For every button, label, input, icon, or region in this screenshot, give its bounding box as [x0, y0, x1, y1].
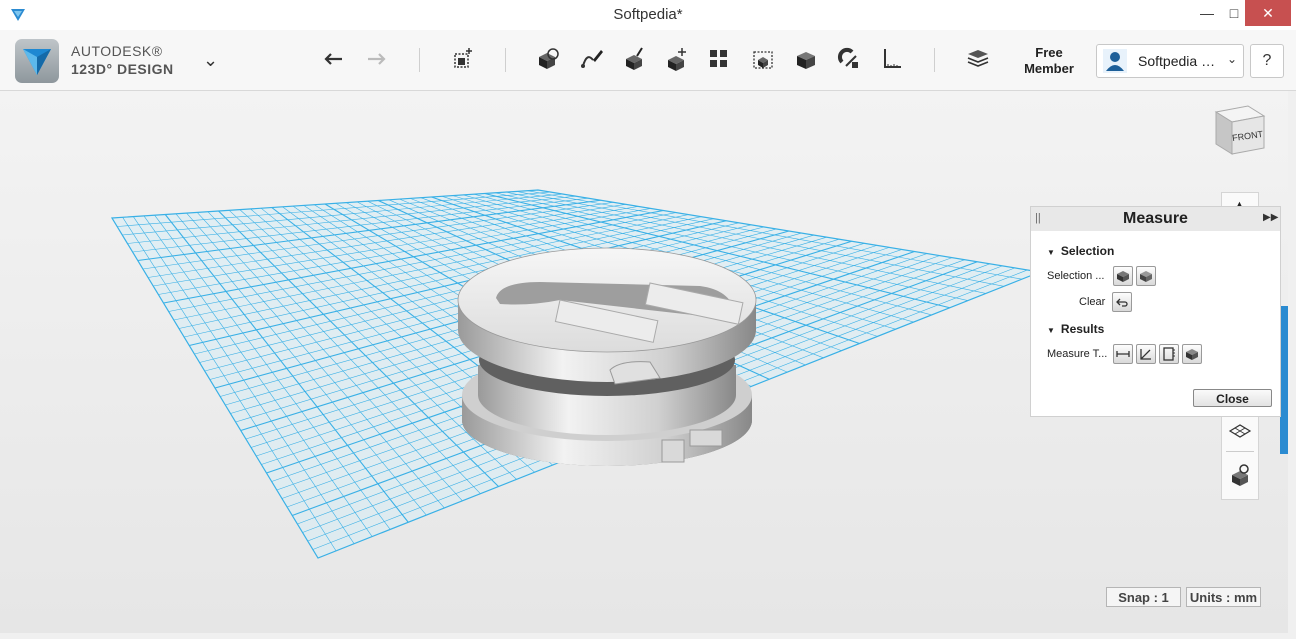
measure-angle-button[interactable] [1136, 344, 1156, 364]
selection-label: Selection ... [1047, 270, 1105, 282]
volume-icon [1186, 349, 1198, 360]
brand-product: 123D° DESIGN [71, 61, 174, 77]
brand-autodesk: AUTODESK® [71, 43, 163, 59]
help-button[interactable]: ? [1250, 44, 1284, 78]
material-view-icon[interactable] [1226, 461, 1254, 489]
sketch-icon[interactable] [532, 42, 564, 76]
measure-distance-button[interactable] [1113, 344, 1133, 364]
collapse-arrow-icon: ▼ [1047, 248, 1055, 257]
nav-separator [1226, 451, 1254, 452]
minimize-button[interactable]: — [1192, 0, 1222, 26]
membership-status[interactable]: Free Member [1018, 45, 1080, 77]
measure-close-button[interactable]: Close [1193, 389, 1272, 407]
pattern-icon[interactable] [703, 42, 735, 76]
collapse-arrow-icon: ▼ [1047, 326, 1055, 335]
snap-icon[interactable] [833, 42, 865, 76]
distance-icon [1116, 351, 1130, 357]
undo-icon[interactable] [318, 42, 350, 76]
toolbar-separator [934, 48, 935, 72]
measure-panel: || Measure ▶▶ ▼ Selection Selection ... C… [1030, 206, 1281, 417]
primitives-icon[interactable] [447, 42, 479, 76]
main-toolbar: AUTODESK® 123D° DESIGN ⌄ Free Member Sof… [0, 30, 1296, 91]
toolbar-separator [505, 48, 506, 72]
select-body-icon [1140, 271, 1152, 282]
toolbar-separator [419, 48, 420, 72]
user-name: Softpedia … [1138, 53, 1216, 69]
selection-section-header[interactable]: ▼ Selection [1047, 244, 1114, 258]
area-icon [1163, 347, 1175, 361]
angle-icon [1140, 349, 1151, 360]
select-body-button[interactable] [1136, 266, 1156, 286]
measure-volume-button[interactable] [1182, 344, 1202, 364]
member-line2: Member [1024, 61, 1074, 76]
material-icon[interactable] [962, 42, 994, 76]
clear-selection-button[interactable] [1112, 292, 1132, 312]
user-account-dropdown[interactable]: Softpedia … ⌄ [1096, 44, 1244, 78]
combine-icon[interactable] [790, 42, 822, 76]
close-window-button[interactable]: ✕ [1245, 0, 1291, 26]
results-section-header[interactable]: ▼ Results [1047, 322, 1104, 336]
grid-view-icon[interactable] [1226, 419, 1254, 441]
modify-icon[interactable] [618, 42, 650, 76]
viewport-scrollbar[interactable] [1288, 91, 1296, 633]
view-cube[interactable]: FRONT [1208, 104, 1270, 165]
select-face-button[interactable] [1113, 266, 1133, 286]
3d-model[interactable] [457, 247, 757, 466]
snap-setting[interactable]: Snap : 1 [1106, 587, 1181, 607]
clear-label: Clear [1079, 296, 1106, 308]
user-avatar-icon [1103, 49, 1127, 73]
measure-type-label: Measure T... [1047, 348, 1108, 360]
construct-icon[interactable] [576, 42, 608, 76]
title-bar: Softpedia* — □ ✕ [0, 0, 1296, 30]
window-title: Softpedia* [613, 6, 683, 23]
measure-area-button[interactable] [1159, 344, 1179, 364]
measure-panel-header[interactable]: || Measure ▶▶ [1031, 207, 1280, 231]
measure-icon[interactable] [876, 42, 908, 76]
grouping-icon[interactable] [747, 42, 779, 76]
select-face-icon [1117, 271, 1129, 282]
autodesk-logo-icon [23, 49, 51, 75]
chevron-down-icon: ⌄ [1227, 52, 1238, 66]
redo-icon[interactable] [360, 42, 392, 76]
measure-panel-title: Measure [1123, 210, 1188, 227]
undo-arrow-icon [1116, 298, 1128, 307]
app-menu-logo[interactable] [15, 39, 59, 83]
app-menu-chevron-icon[interactable]: ⌄ [203, 50, 218, 71]
panel-toggle-tab[interactable] [1280, 306, 1288, 454]
transform-icon[interactable] [661, 42, 693, 76]
member-line1: Free [1035, 45, 1063, 60]
expand-panel-icon[interactable]: ▶▶ [1263, 212, 1278, 223]
units-setting[interactable]: Units : mm [1186, 587, 1261, 607]
